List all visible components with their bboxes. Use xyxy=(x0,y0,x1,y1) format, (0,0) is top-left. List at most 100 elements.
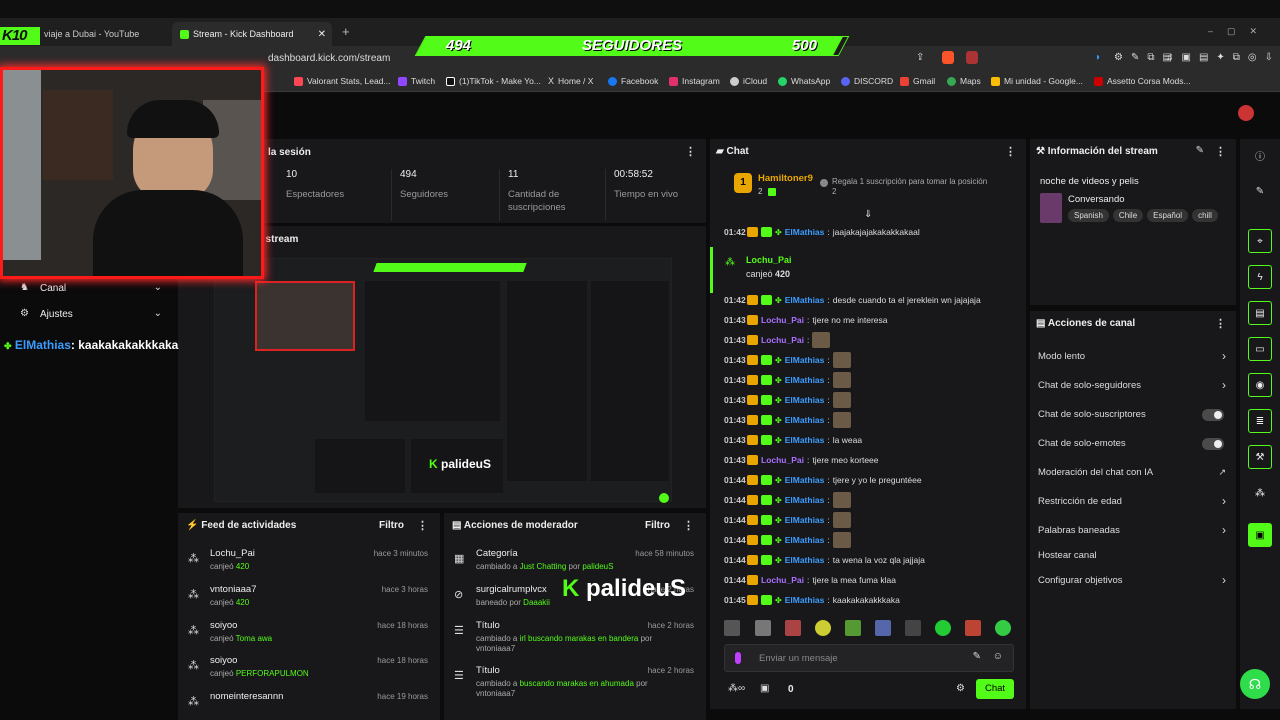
bookmark-discord[interactable]: DISCORD xyxy=(841,76,893,86)
tab-kick-dashboard[interactable]: Stream - Kick Dashboard ✕ xyxy=(172,22,332,46)
chat-user[interactable]: ElMathias xyxy=(785,375,825,385)
chat-user[interactable]: ElMathias xyxy=(785,415,825,425)
chat-user[interactable]: ElMathias xyxy=(785,227,825,237)
mod-by[interactable]: vntoniaaa7 xyxy=(476,644,515,653)
document-icon[interactable]: ▤ xyxy=(1248,301,1272,325)
mod-menu-icon[interactable]: ⋮ xyxy=(683,519,694,532)
translate-icon[interactable]: ✎ xyxy=(973,651,981,662)
feed-menu-icon[interactable]: ⋮ xyxy=(417,519,428,532)
tag-chip[interactable]: Español xyxy=(1147,209,1189,222)
emote-icon[interactable] xyxy=(995,620,1011,636)
bookmark-icloud[interactable]: iCloud xyxy=(730,76,767,86)
chat-menu-icon[interactable]: ⋮ xyxy=(1005,145,1016,158)
points-icon[interactable]: ⁂∞ xyxy=(728,683,745,694)
bookmark-whatsapp[interactable]: WhatsApp xyxy=(778,76,830,86)
pin-icon[interactable]: ⇓ xyxy=(864,209,872,220)
emote-icon[interactable] xyxy=(875,620,891,636)
chat-user[interactable]: Lochu_Pai xyxy=(761,315,804,325)
gift-box-icon[interactable]: ▣ xyxy=(760,683,769,694)
subscribers-only-toggle[interactable] xyxy=(1202,409,1224,421)
chat-user[interactable]: ElMathias xyxy=(785,475,825,485)
support-icon[interactable]: ☊ xyxy=(1240,669,1270,699)
tag-chip[interactable]: Chile xyxy=(1112,209,1144,222)
emote-icon[interactable] xyxy=(724,620,740,636)
chat-user[interactable]: ElMathias xyxy=(785,595,825,605)
chat-user[interactable]: ElMathias xyxy=(785,295,825,305)
chat-user[interactable]: ElMathias xyxy=(785,555,825,565)
emoji-icon[interactable]: ☺ xyxy=(993,651,1003,662)
chat-user[interactable]: Lochu_Pai xyxy=(761,335,804,345)
action-slow-mode[interactable]: Modo lento › xyxy=(1030,346,1236,370)
brave-shield-icon[interactable] xyxy=(942,51,954,64)
chat-user[interactable]: ElMathias xyxy=(785,355,825,365)
chat-user[interactable]: Lochu_Pai xyxy=(761,575,804,585)
user-avatar[interactable] xyxy=(1238,105,1254,121)
redeem-user[interactable]: Lochu_Pai xyxy=(746,255,792,265)
emote-icon[interactable] xyxy=(965,620,981,636)
feed-user[interactable]: soiyoo xyxy=(210,655,237,666)
action-age-restriction[interactable]: Restricción de edad › xyxy=(1030,491,1236,515)
bookmark-x[interactable]: X Home / X xyxy=(548,76,593,86)
bookmark-drive[interactable]: Mi unidad - Google... xyxy=(991,76,1083,86)
broadcast-icon[interactable]: ◉ xyxy=(1248,373,1272,397)
channel-actions-menu-icon[interactable]: ⋮ xyxy=(1215,317,1226,330)
bookmark-twitch[interactable]: Twitch xyxy=(398,76,435,86)
top-gifter-name[interactable]: Hamiltoner9 xyxy=(758,173,813,184)
bookmark-facebook[interactable]: Facebook xyxy=(608,76,658,86)
chat-user[interactable]: ElMathias xyxy=(785,495,825,505)
mod-by[interactable]: Daaakii xyxy=(523,598,550,607)
bookmark-valorant[interactable]: Valorant Stats, Lead... xyxy=(294,76,390,86)
edit-icon[interactable]: ✎ xyxy=(1196,145,1204,156)
window-controls[interactable]: –▢✕ xyxy=(1208,26,1271,37)
feed-user[interactable]: nomeinteresannn xyxy=(210,691,283,702)
list-icon[interactable]: ≣ xyxy=(1248,409,1272,433)
capture-icon[interactable]: ⌖ xyxy=(1248,229,1272,253)
bookmark-instagram[interactable]: Instagram xyxy=(669,76,720,86)
bookmark-gmail[interactable]: Gmail xyxy=(900,76,935,86)
chat-user[interactable]: ElMathias xyxy=(785,395,825,405)
new-tab-icon[interactable]: + xyxy=(342,24,350,39)
clapper-icon[interactable]: ▣ xyxy=(1248,523,1272,547)
extension-icon[interactable]: ◗ xyxy=(1095,52,1101,63)
mic-icon[interactable] xyxy=(735,652,741,664)
action-host-channel[interactable]: Hostear canal xyxy=(1030,545,1236,569)
emote-icon[interactable] xyxy=(755,620,771,636)
emote-icon[interactable] xyxy=(815,620,831,636)
action-ai-moderation[interactable]: Moderación del chat con IA ↗ xyxy=(1030,462,1236,486)
chat-send-button[interactable]: Chat xyxy=(976,679,1014,699)
wrench-icon[interactable]: ⚒ xyxy=(1248,445,1272,469)
feed-user[interactable]: vntoniaaa7 xyxy=(210,584,256,595)
bookmark-tiktok[interactable]: (1)TikTok - Make Yo... xyxy=(446,76,541,86)
chat-settings-icon[interactable]: ⚙ xyxy=(956,683,965,694)
feed-user[interactable]: Lochu_Pai xyxy=(210,548,255,559)
lightning-icon[interactable]: ϟ xyxy=(1248,265,1272,289)
gift-prompt[interactable]: Regala 1 suscripción para tomar la posic… xyxy=(832,177,987,186)
stream-category[interactable]: Conversando xyxy=(1068,194,1125,205)
chat-icon[interactable]: ▭ xyxy=(1248,337,1272,361)
menu-item-ajustes[interactable]: ⚙ Ajustes ⌄ xyxy=(16,307,166,325)
filter-button[interactable]: Filtro xyxy=(645,520,670,531)
info-icon[interactable]: ⓘ xyxy=(1248,143,1272,167)
emote-icon[interactable] xyxy=(785,620,801,636)
session-menu-icon[interactable]: ⋮ xyxy=(685,145,696,158)
menu-item-canal[interactable]: ♞ Canal ⌄ xyxy=(16,281,166,299)
tag-chip[interactable]: chill xyxy=(1192,209,1218,222)
feed-user[interactable]: soiyoo xyxy=(210,620,237,631)
apps-icon[interactable]: ⁂ xyxy=(1248,481,1272,505)
action-followers-only[interactable]: Chat de solo-seguidores › xyxy=(1030,375,1236,399)
stream-info-menu-icon[interactable]: ⋮ xyxy=(1215,145,1226,158)
bookmark-maps[interactable]: Maps xyxy=(947,76,981,86)
brave-rewards-icon[interactable] xyxy=(966,51,978,64)
stream-preview-video[interactable]: K palideuS xyxy=(214,258,672,503)
chat-user[interactable]: Lochu_Pai xyxy=(761,455,804,465)
emote-icon[interactable] xyxy=(905,620,921,636)
bookmark-assetto[interactable]: Assetto Corsa Mods... xyxy=(1094,76,1191,86)
tag-chip[interactable]: Spanish xyxy=(1068,209,1109,222)
chat-user[interactable]: ElMathias xyxy=(785,435,825,445)
chat-input[interactable]: Enviar un mensaje ✎ ☺ xyxy=(724,644,1014,672)
close-tab-icon[interactable]: ✕ xyxy=(318,29,326,40)
action-banned-words[interactable]: Palabras baneadas › xyxy=(1030,520,1236,544)
emotes-only-toggle[interactable] xyxy=(1202,438,1224,450)
mod-by[interactable]: palideuS xyxy=(582,562,613,571)
url-field[interactable]: dashboard.kick.com/stream xyxy=(268,53,390,64)
